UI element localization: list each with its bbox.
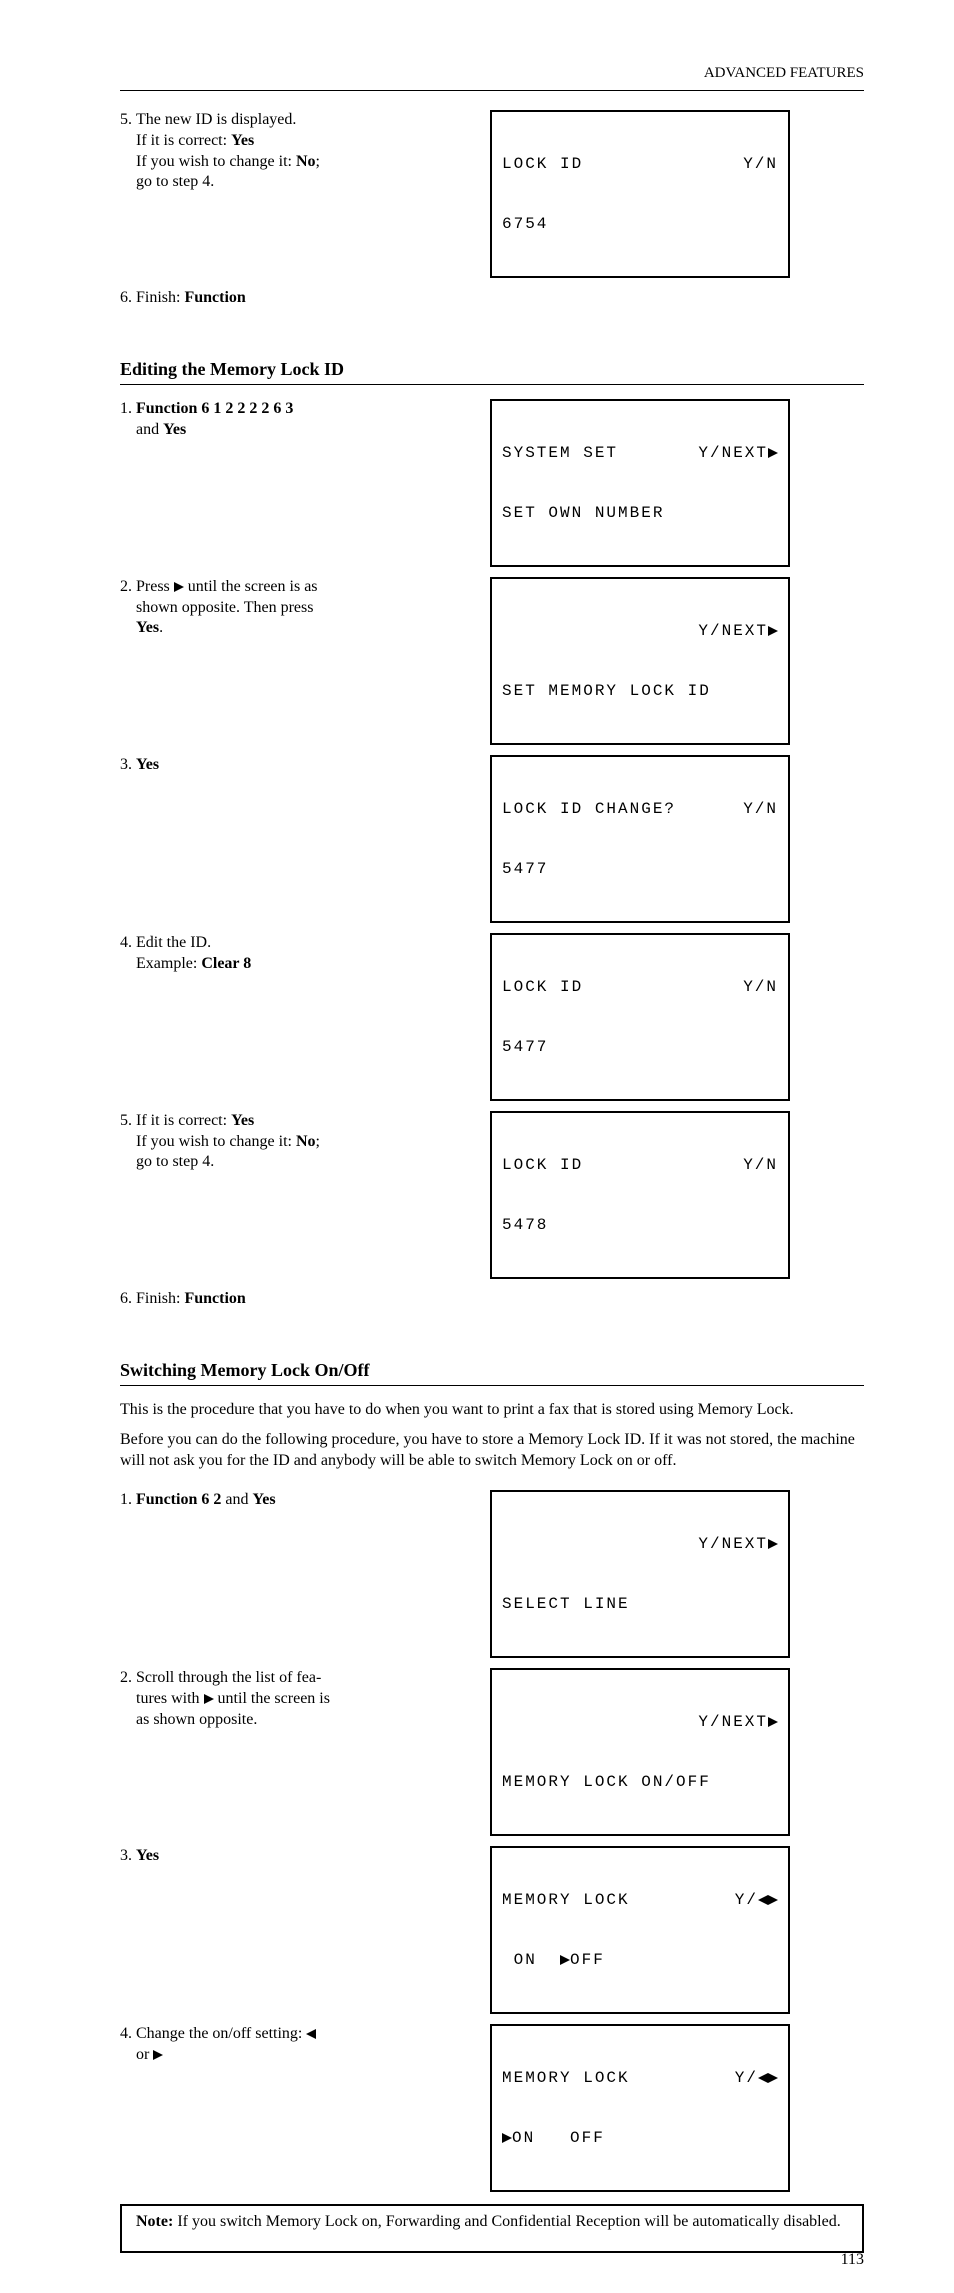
lcd-text: Y/NEXT bbox=[698, 1712, 778, 1732]
lcd-text: 6754 bbox=[502, 214, 778, 234]
lcd-text: LOCK ID bbox=[502, 154, 583, 174]
section-title-editing: Editing the Memory Lock ID bbox=[120, 359, 864, 380]
triangle-left-icon bbox=[758, 2073, 768, 2083]
lcd-text: MEMORY LOCK bbox=[502, 1890, 630, 1910]
triangle-right-icon bbox=[768, 626, 778, 636]
lcd-text: Y/N bbox=[743, 977, 778, 997]
section-rule bbox=[120, 384, 864, 385]
triangle-right-icon bbox=[768, 1895, 778, 1905]
triangle-left-icon bbox=[758, 1895, 768, 1905]
lcd-text: Y/N bbox=[743, 1155, 778, 1175]
lcd-lock-id-5477: LOCK ID Y/N 5477 bbox=[490, 933, 790, 1101]
switch-step-4: 4. Change the on/off setting: or bbox=[120, 2024, 490, 2066]
edit-step-1: 1. Function 6 1 2 2 2 2 6 3 and Yes bbox=[120, 399, 490, 441]
edit-step-6: 6. Finish: Function bbox=[120, 1289, 490, 1310]
header-section-label: ADVANCED FEATURES bbox=[704, 65, 864, 82]
triangle-right-icon bbox=[560, 1955, 570, 1965]
lcd-text: MEMORY LOCK ON/OFF bbox=[502, 1772, 778, 1792]
switch-step-1: 1. Function 6 2 and Yes bbox=[120, 1490, 490, 1511]
lcd-system-set: SYSTEM SET Y/NEXT SET OWN NUMBER bbox=[490, 399, 790, 567]
lcd-text: Y/N bbox=[743, 799, 778, 819]
lcd-lock-id-5478: LOCK ID Y/N 5478 bbox=[490, 1111, 790, 1279]
triangle-right-icon bbox=[768, 1717, 778, 1727]
switch-step-2: 2. Scroll through the list of fea- tures… bbox=[120, 1668, 490, 1730]
step-5-continuation: 5. The new ID is displayed. If it is cor… bbox=[120, 110, 490, 193]
edit-step-5: 5. If it is correct: Yes If you wish to … bbox=[120, 1111, 490, 1173]
lcd-text: Y/N bbox=[743, 154, 778, 174]
note-label: Note: bbox=[136, 2213, 173, 2230]
section-title-switching: Switching Memory Lock On/Off bbox=[120, 1360, 864, 1381]
lcd-lock-id-change: LOCK ID CHANGE? Y/N 5477 bbox=[490, 755, 790, 923]
page-header: ADVANCED FEATURES bbox=[120, 40, 864, 90]
triangle-right-icon bbox=[174, 582, 184, 592]
lcd-text: SET MEMORY LOCK ID bbox=[502, 681, 778, 701]
lcd-memory-lock-off: MEMORY LOCK Y/ ON OFF bbox=[490, 1846, 790, 2014]
page-number: 113 bbox=[841, 2251, 864, 2269]
lcd-lock-id-6754: LOCK ID Y/N 6754 bbox=[490, 110, 790, 278]
lcd-text: SET OWN NUMBER bbox=[502, 503, 778, 523]
triangle-right-icon bbox=[768, 448, 778, 458]
lcd-text: Y/NEXT bbox=[698, 1534, 778, 1554]
triangle-left-icon bbox=[306, 2029, 316, 2039]
edit-step-4: 4. Edit the ID. Example: Clear 8 bbox=[120, 933, 490, 975]
lcd-set-memory-lock-id: Y/NEXT SET MEMORY LOCK ID bbox=[490, 577, 790, 745]
step-6-continuation: 6. Finish: Function bbox=[120, 288, 490, 309]
switch-step-3: 3. Yes bbox=[120, 1846, 490, 1867]
lcd-text: 5478 bbox=[502, 1215, 778, 1235]
lcd-text: Y/NEXT bbox=[698, 621, 778, 641]
edit-step-2: 2. Press until the screen is as shown op… bbox=[120, 577, 490, 639]
lcd-text: LOCK ID bbox=[502, 977, 583, 997]
triangle-right-icon bbox=[502, 2133, 512, 2143]
note-text: If you switch Memory Lock on, Forwarding… bbox=[177, 2213, 840, 2230]
lcd-text: 5477 bbox=[502, 1037, 778, 1057]
switch-intro-para-1: This is the procedure that you have to d… bbox=[120, 1400, 864, 1421]
triangle-right-icon bbox=[768, 1539, 778, 1549]
lcd-text: ON OFF bbox=[502, 2128, 778, 2148]
lcd-text: LOCK ID bbox=[502, 1155, 583, 1175]
triangle-right-icon bbox=[204, 1694, 214, 1704]
lcd-text: Y/NEXT bbox=[698, 443, 778, 463]
triangle-right-icon bbox=[153, 2050, 163, 2060]
section-rule bbox=[120, 1385, 864, 1386]
switch-intro-para-2: Before you can do the following procedur… bbox=[120, 1430, 864, 1472]
lcd-text: Y/ bbox=[735, 2068, 778, 2088]
lcd-text: SYSTEM SET bbox=[502, 443, 618, 463]
lcd-text: ON OFF bbox=[502, 1950, 778, 1970]
lcd-memory-lock-on: MEMORY LOCK Y/ ON OFF bbox=[490, 2024, 790, 2192]
lcd-text: Y/ bbox=[735, 1890, 778, 1910]
lcd-text: 5477 bbox=[502, 859, 778, 879]
header-rule bbox=[120, 90, 864, 91]
note-box: Note: If you switch Memory Lock on, Forw… bbox=[120, 2204, 864, 2253]
lcd-select-line: Y/NEXT SELECT LINE bbox=[490, 1490, 790, 1658]
lcd-memory-lock-onoff-menu: Y/NEXT MEMORY LOCK ON/OFF bbox=[490, 1668, 790, 1836]
lcd-text: SELECT LINE bbox=[502, 1594, 778, 1614]
lcd-text: LOCK ID CHANGE? bbox=[502, 799, 676, 819]
triangle-right-icon bbox=[768, 2073, 778, 2083]
lcd-text: MEMORY LOCK bbox=[502, 2068, 630, 2088]
edit-step-3: 3. Yes bbox=[120, 755, 490, 776]
